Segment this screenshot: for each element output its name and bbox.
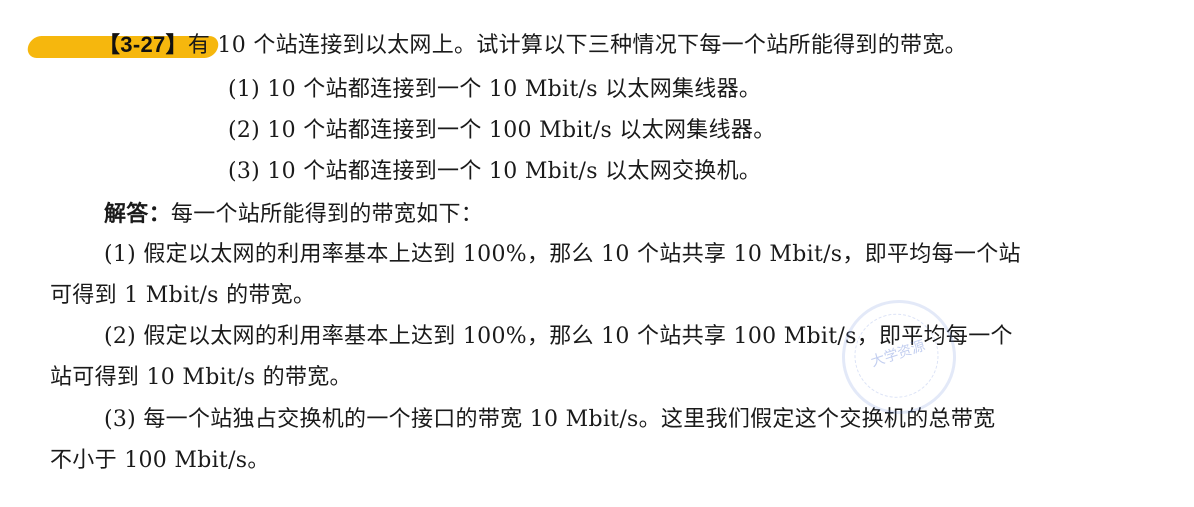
- question-line: 【3-27】有 10 个站连接到以太网上。试计算以下三种情况下每一个站所能得到的…: [98, 30, 967, 61]
- answer-label: 解答：: [104, 201, 171, 227]
- case-item-1: (1) 10 个站都连接到一个 10 Mbit/s 以太网集线器。: [228, 77, 762, 102]
- problem-number: 【3-27】: [98, 32, 188, 57]
- answer-paragraph-3-line-2: 不小于 100 Mbit/s。: [50, 448, 270, 473]
- answer-paragraph-1-line-1: (1) 假定以太网的利用率基本上达到 100%，那么 10 个站共享 10 Mb…: [104, 242, 1021, 267]
- case-item-3: (3) 10 个站都连接到一个 10 Mbit/s 以太网交换机。: [228, 159, 762, 184]
- answer-paragraph-3-line-1: (3) 每一个站独占交换机的一个接口的带宽 10 Mbit/s。这里我们假定这个…: [104, 407, 996, 432]
- answer-intro-line: 解答：每一个站所能得到的带宽如下：: [104, 199, 483, 230]
- question-text: 有 10 个站连接到以太网上。试计算以下三种情况下每一个站所能得到的带宽。: [187, 33, 967, 58]
- case-item-2: (2) 10 个站都连接到一个 100 Mbit/s 以太网集线器。: [228, 118, 776, 143]
- document-page: 【3-27】有 10 个站连接到以太网上。试计算以下三种情况下每一个站所能得到的…: [0, 0, 1194, 507]
- answer-paragraph-2-line-2: 站可得到 10 Mbit/s 的带宽。: [50, 365, 352, 390]
- answer-intro: 每一个站所能得到的带宽如下：: [170, 202, 484, 227]
- answer-paragraph-1-line-2: 可得到 1 Mbit/s 的带宽。: [50, 283, 316, 308]
